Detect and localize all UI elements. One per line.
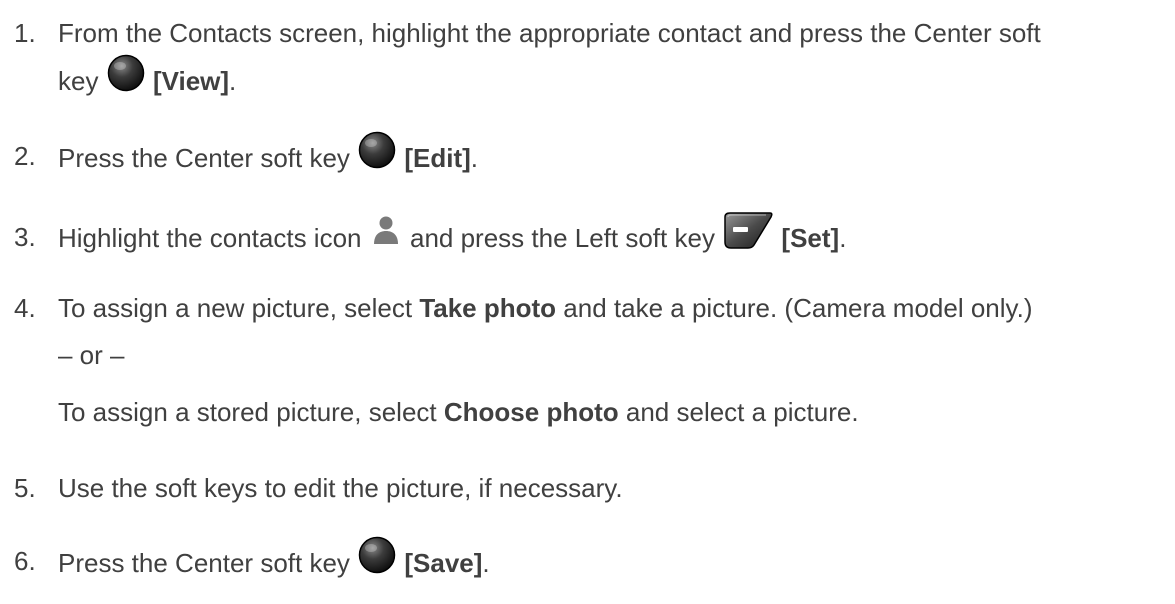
- step-text-fragment: .: [229, 65, 237, 96]
- step-text-fragment: To assign a new picture, select: [58, 293, 413, 323]
- center-soft-key-icon: [357, 130, 397, 184]
- key-label: [Set]: [781, 222, 840, 253]
- key-label: [View]: [152, 65, 230, 96]
- key-label: [Save]: [404, 547, 483, 578]
- step-1: 1. From the Contacts screen, highlight t…: [14, 10, 1164, 110]
- option-take-photo: Take photo: [419, 293, 557, 323]
- step-4: 4. To assign a new picture, select Take …: [14, 285, 1164, 331]
- step-number: 2.: [14, 141, 36, 171]
- step-text-fragment: Press the Center soft key: [58, 547, 350, 578]
- step-number: 4.: [14, 293, 36, 323]
- contacts-person-icon: [373, 213, 399, 259]
- step-text: From the Contacts screen, highlight the …: [58, 10, 1164, 110]
- step-text-fragment: and select a picture.: [625, 397, 859, 427]
- step-text: Press the Center soft key [Edit].: [58, 130, 1164, 187]
- center-soft-key-icon: [106, 53, 146, 107]
- step-6: 6. Press the Center soft key [Save].: [14, 535, 1164, 592]
- step-4-or: – or –: [58, 340, 125, 370]
- step-text: Press the Center soft key [Save].: [58, 535, 1164, 592]
- step-text: Use the soft keys to edit the picture, i…: [58, 473, 623, 503]
- step-number: 1.: [14, 18, 36, 48]
- step-text-fragment: Highlight the contacts icon: [58, 222, 362, 253]
- step-text-fragment: .: [470, 142, 479, 173]
- step-line: key [View].: [58, 53, 1164, 110]
- step-4-alternative: To assign a stored picture, select Choos…: [58, 392, 859, 432]
- center-soft-key-icon: [357, 535, 397, 589]
- step-text-fragment: key: [58, 65, 99, 96]
- step-5: 5. Use the soft keys to edit the picture…: [14, 465, 1164, 511]
- key-label: [Edit]: [404, 142, 471, 173]
- step-3: 3. Highlight the contacts icon and press…: [14, 211, 1164, 266]
- step-text: To assign a new picture, select Take pho…: [58, 285, 1164, 331]
- option-choose-photo: Choose photo: [443, 397, 619, 427]
- step-text: Highlight the contacts icon and press th…: [58, 211, 1164, 266]
- step-text-fragment: Press the Center soft key: [58, 142, 350, 173]
- step-text-fragment: .: [839, 222, 847, 253]
- step-text-fragment: and press the Left soft key: [409, 222, 715, 253]
- step-text-fragment: and take a picture. (Camera model only.): [563, 293, 1033, 323]
- step-number: 3.: [14, 222, 36, 252]
- step-2: 2. Press the Center soft key [Edit].: [14, 130, 1164, 187]
- step-number: 6.: [14, 546, 36, 576]
- left-soft-key-icon: [722, 211, 774, 263]
- step-line: From the Contacts screen, highlight the …: [58, 18, 1041, 48]
- step-text-fragment: .: [482, 547, 490, 578]
- step-number: 5.: [14, 473, 36, 503]
- step-text-fragment: To assign a stored picture, select: [58, 397, 437, 427]
